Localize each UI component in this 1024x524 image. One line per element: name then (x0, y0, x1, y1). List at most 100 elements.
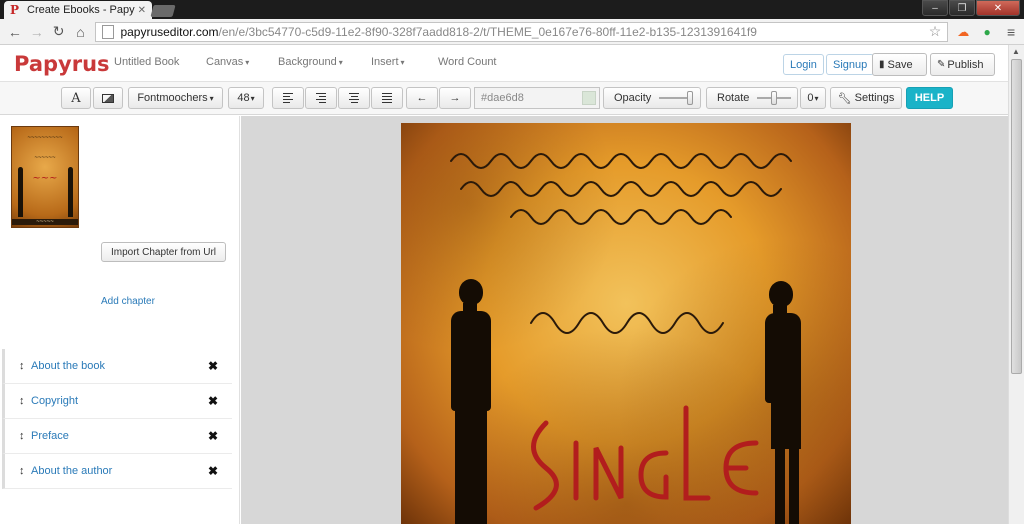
drag-handle-icon[interactable]: ↕ (19, 465, 31, 477)
color-field[interactable]: #dae6d8 (474, 87, 600, 109)
align-right-icon (316, 93, 326, 103)
send-backward-button[interactable]: ← (406, 87, 438, 109)
align-center-icon (349, 93, 359, 103)
scroll-thumb[interactable] (1011, 59, 1022, 374)
publish-button[interactable]: ✎ Publish (930, 53, 995, 76)
save-button[interactable]: ▮ Save (872, 53, 927, 76)
bring-forward-button[interactable]: → (439, 87, 471, 109)
help-button[interactable]: HELP (906, 87, 953, 109)
arrow-right-icon: → (449, 92, 461, 104)
back-icon[interactable]: ← (4, 21, 26, 43)
page-scrollbar[interactable]: ▲ (1008, 45, 1024, 524)
rotate-slider-handle[interactable] (771, 91, 778, 105)
new-tab-button[interactable] (150, 5, 176, 17)
list-item[interactable]: ↕ Preface ✖ (2, 419, 232, 454)
silhouette-right-leg-b (789, 447, 799, 524)
tab-title: Create Ebooks - Papyrus E (27, 4, 135, 16)
remove-icon[interactable]: ✖ (208, 429, 218, 443)
import-chapter-button[interactable]: Import Chapter from Url (101, 242, 226, 262)
evernote-extension-icon[interactable]: ● (978, 23, 996, 41)
book-title-menu[interactable]: Untitled Book (114, 56, 179, 68)
rotate-value: 0 (807, 92, 814, 104)
remove-icon[interactable]: ✖ (208, 464, 218, 478)
font-size-select[interactable]: 48 ▾ (228, 87, 264, 109)
image-tool-button[interactable] (93, 87, 123, 109)
insert-menu[interactable]: Insert ▾ (371, 56, 405, 68)
silhouette-left-head (459, 279, 483, 305)
chapter-label[interactable]: About the book (31, 360, 105, 372)
title-lettering (531, 405, 759, 511)
settings-button[interactable]: 🔧︎ Settings (830, 87, 902, 109)
align-left-button[interactable] (272, 87, 304, 109)
wrench-icon: 🔧︎ (837, 92, 852, 105)
browser-tab[interactable]: P Create Ebooks - Papyrus E ✕ (4, 1, 152, 19)
home-icon[interactable]: ⌂ (70, 21, 92, 43)
rotate-label: Rotate (717, 92, 750, 104)
save-label: Save (887, 58, 913, 71)
book-cover-canvas[interactable] (401, 123, 851, 524)
add-chapter-link[interactable]: Add chapter (101, 296, 155, 307)
chapter-sidebar: ~~~~~~~~~~ ~~~~~~ ~~~ ~~~~~ Import Chapt… (0, 116, 240, 524)
background-menu[interactable]: Background ▾ (278, 56, 343, 68)
chapter-label[interactable]: Preface (31, 430, 69, 442)
signup-button[interactable]: Signup (826, 54, 875, 75)
align-right-button[interactable] (305, 87, 337, 109)
soundcloud-extension-icon[interactable]: ☁ (954, 23, 972, 41)
window-controls: – ❐ ✕ (922, 0, 1020, 16)
maximize-button[interactable]: ❐ (949, 0, 975, 16)
color-field-value: #dae6d8 (481, 92, 524, 104)
align-center-button[interactable] (338, 87, 370, 109)
page-icon (102, 24, 115, 39)
opacity-slider-handle[interactable] (687, 91, 694, 105)
url-path: /en/e/3bc54770-c5d9-11e2-8f90-328f7aadd8… (218, 24, 757, 39)
browser-menu-icon[interactable]: ≡ (1002, 23, 1020, 41)
bookmark-star-icon[interactable]: ☆ (929, 23, 942, 40)
rotate-value-select[interactable]: 0 ▾ (800, 87, 826, 109)
file-icon: ▮ (879, 59, 885, 70)
remove-icon[interactable]: ✖ (208, 359, 218, 373)
font-select-value: Fontmoochers (137, 92, 208, 104)
chapter-label[interactable]: About the author (31, 465, 112, 477)
tab-close-icon[interactable]: ✕ (138, 5, 146, 16)
drag-handle-icon[interactable]: ↕ (19, 395, 31, 407)
drag-handle-icon[interactable]: ↕ (19, 360, 31, 372)
window-close-button[interactable]: ✕ (976, 0, 1020, 16)
opacity-slider[interactable] (659, 91, 694, 105)
chapter-label[interactable]: Copyright (31, 395, 78, 407)
canvas-menu[interactable]: Canvas ▾ (206, 56, 249, 68)
canvas-menu-label: Canvas (206, 56, 244, 68)
opacity-label: Opacity (614, 92, 652, 104)
chevron-down-icon: ▾ (400, 58, 405, 67)
papyrus-logo[interactable]: Papyrus (14, 52, 110, 76)
silhouette-right-torso (765, 313, 801, 403)
silhouette-right-leg-a (775, 447, 785, 524)
forward-icon[interactable]: → (26, 21, 48, 43)
align-justify-button[interactable] (371, 87, 403, 109)
list-item[interactable]: ↕ About the book ✖ (2, 349, 232, 384)
background-menu-label: Background (278, 56, 337, 68)
word-count-label: Word Count (438, 56, 497, 68)
minimize-button[interactable]: – (922, 0, 948, 16)
font-select[interactable]: Fontmoochers ▾ (128, 87, 223, 109)
word-count-menu[interactable]: Word Count (438, 56, 497, 68)
remove-icon[interactable]: ✖ (208, 394, 218, 408)
silhouette-left-torso (451, 311, 491, 411)
drag-handle-icon[interactable]: ↕ (19, 430, 31, 442)
reload-icon[interactable]: ↻ (48, 21, 70, 43)
text-tool-button[interactable]: A (61, 87, 91, 109)
login-button[interactable]: Login (783, 54, 824, 75)
url-host: papyruseditor.com (120, 24, 219, 39)
quote-lettering (450, 153, 792, 334)
scroll-up-icon[interactable]: ▲ (1012, 47, 1020, 56)
insert-menu-label: Insert (371, 56, 399, 68)
list-item[interactable]: ↕ About the author ✖ (2, 454, 232, 489)
address-bar[interactable]: papyruseditor.com/en/e/3bc54770-c5d9-11e… (95, 21, 949, 42)
edit-icon: ✎ (937, 59, 946, 70)
book-cover-thumbnail[interactable]: ~~~~~~~~~~ ~~~~~~ ~~~ ~~~~~ (11, 126, 79, 228)
list-item[interactable]: ↕ Copyright ✖ (2, 384, 232, 419)
color-swatch[interactable] (582, 91, 596, 105)
font-size-value: 48 (237, 92, 250, 104)
browser-titlebar: P Create Ebooks - Papyrus E ✕ – ❐ ✕ (0, 0, 1024, 19)
book-title-label: Untitled Book (114, 56, 180, 68)
rotate-slider[interactable] (757, 91, 792, 105)
